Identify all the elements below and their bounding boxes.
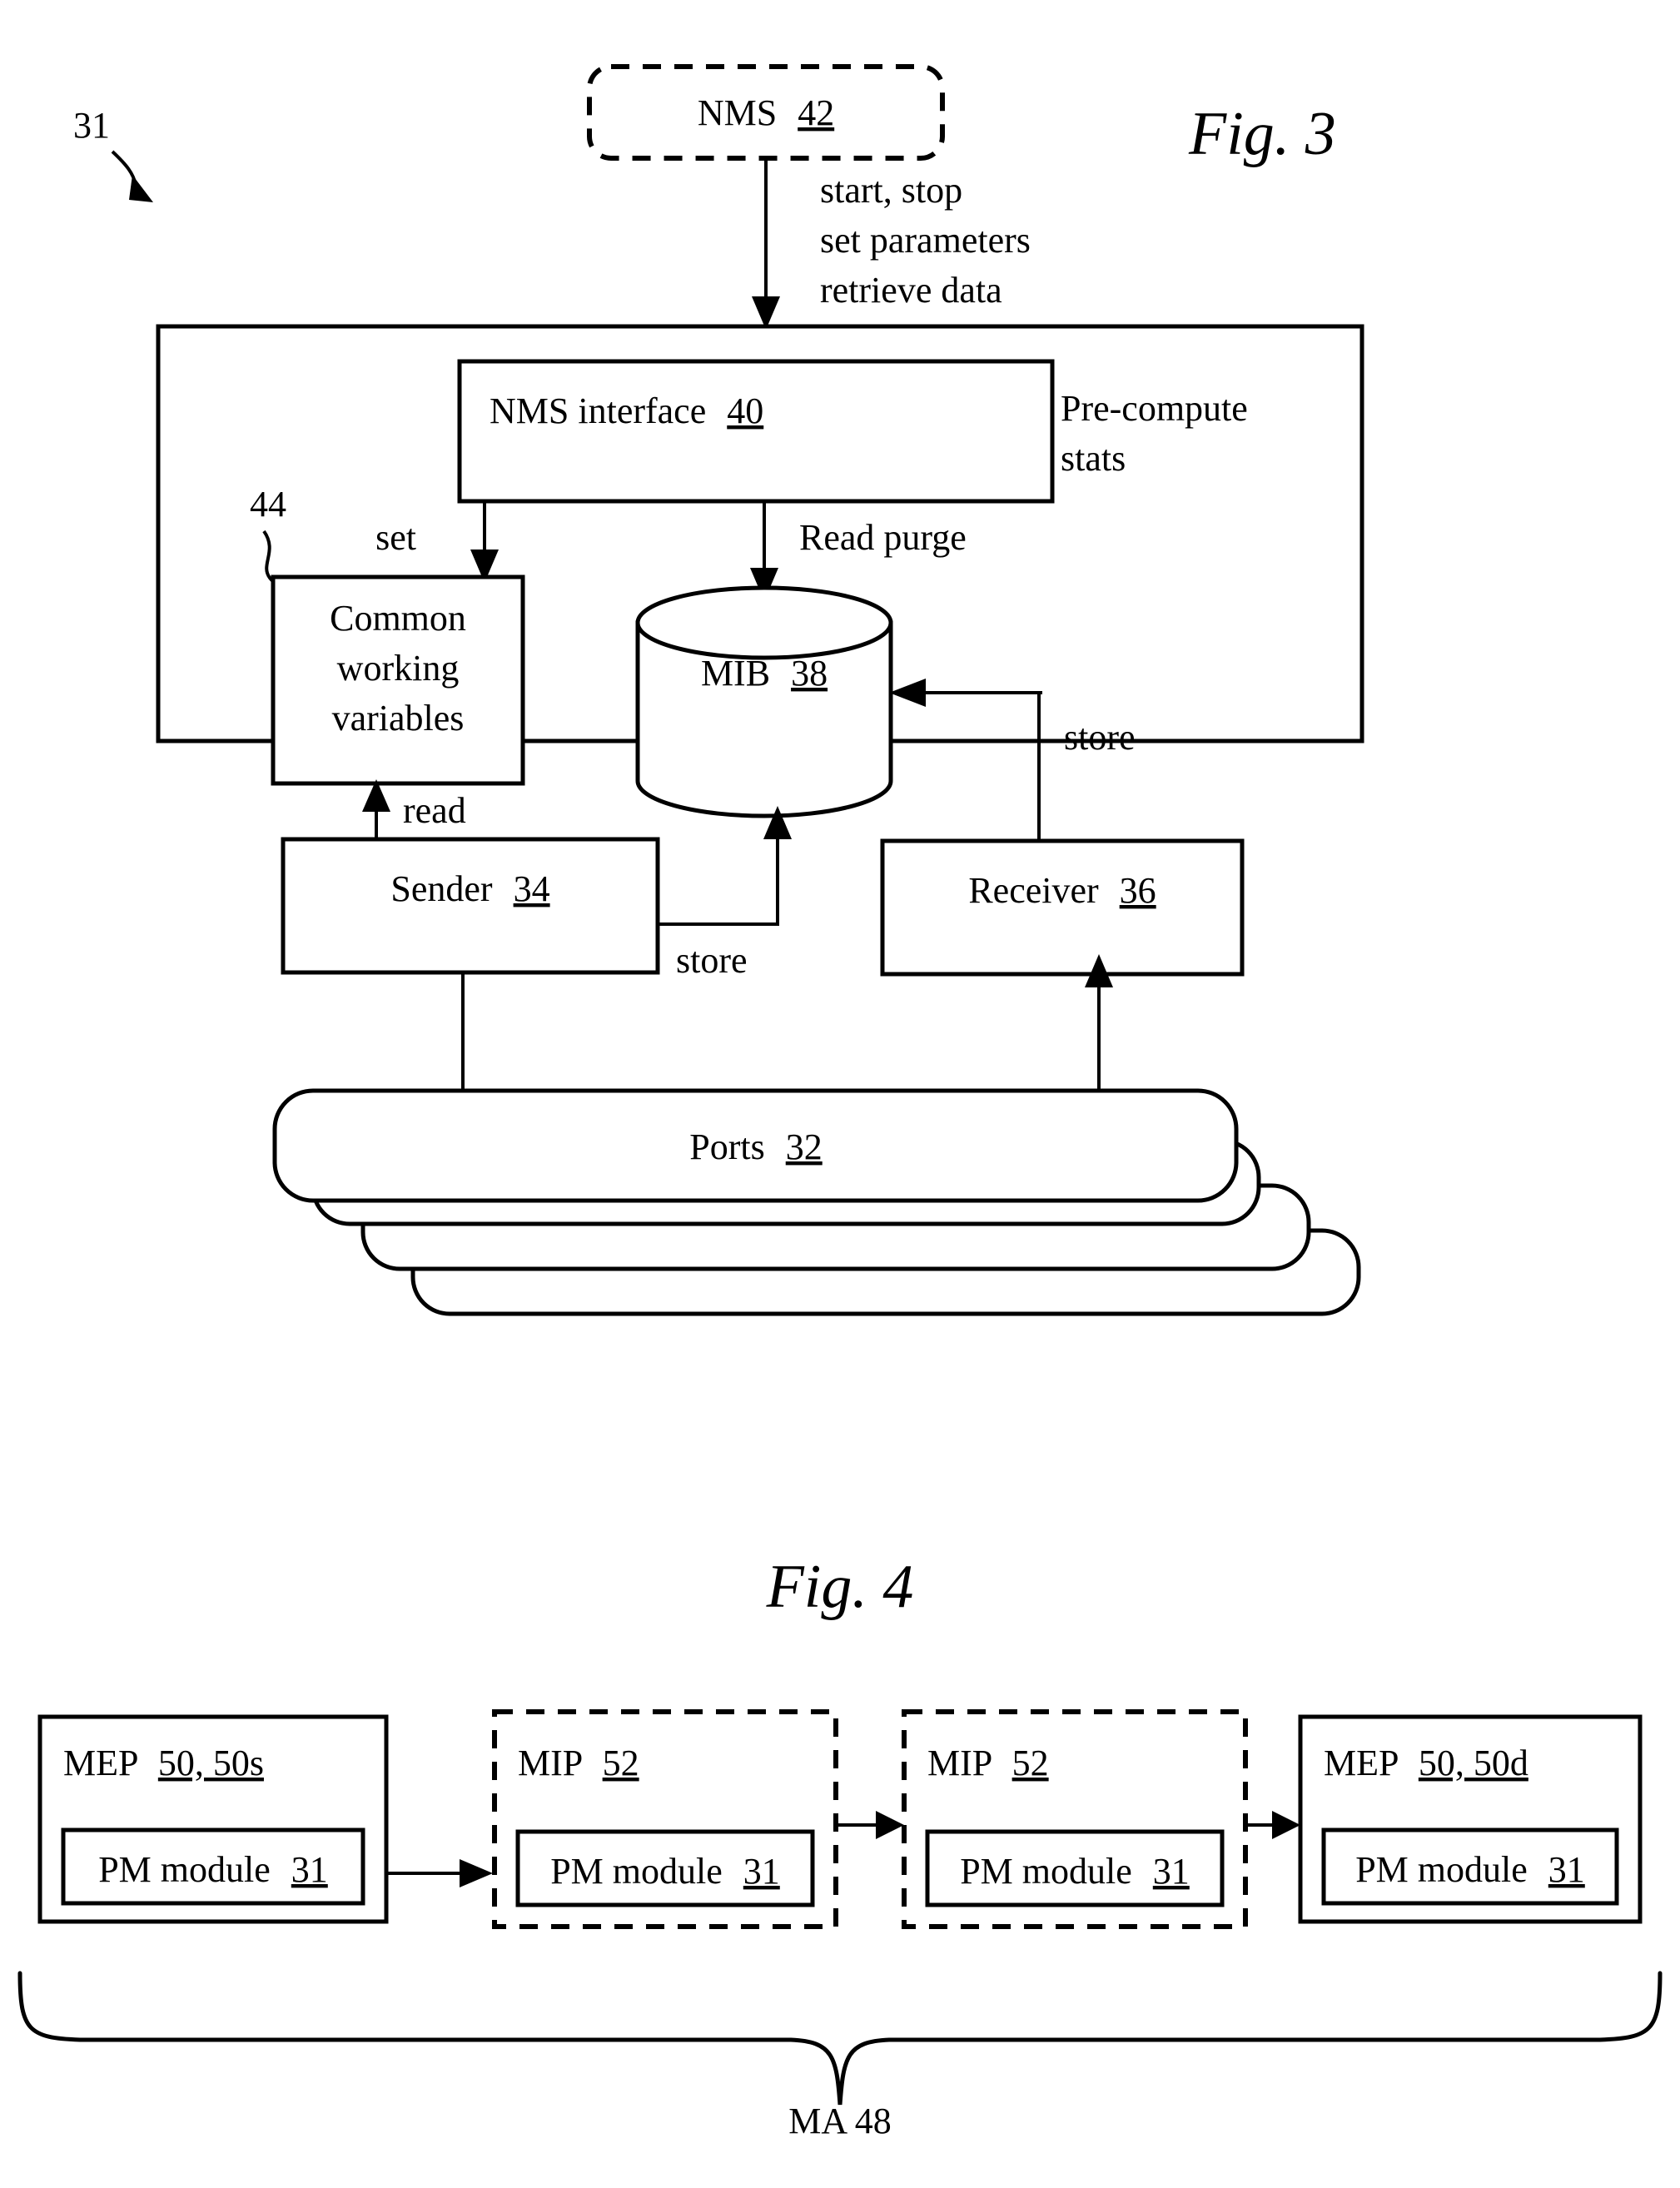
common-working-variables-line-1: Common <box>330 598 466 639</box>
nms-box-label: NMS 42 <box>698 92 834 133</box>
nms-command-label-3: retrieve data <box>820 270 1002 311</box>
fig4-block-4-inner-label: PM module 31 <box>1355 1849 1585 1890</box>
sender-store-path <box>658 833 779 926</box>
pre-compute-stats-label-1: Pre-compute <box>1061 388 1248 429</box>
mib-label: MIB 38 <box>701 653 828 694</box>
read-purge-edge-label: Read purge <box>799 517 967 558</box>
fig4-block-3-inner-label: PM module 31 <box>960 1851 1190 1892</box>
nms-command-label-2: set parameters <box>820 220 1031 261</box>
fig4-block-mep-source[interactable]: MEP 50, 50s PM module 31 <box>37 1714 389 1924</box>
drawing-canvas: Fig. 3 31 NMS 42 start, stop set paramet… <box>17 64 1663 2141</box>
common-working-variables-line-2: working <box>337 648 460 689</box>
pre-compute-stats-label-2: stats <box>1061 438 1126 479</box>
ma-brace <box>17 1971 1663 2106</box>
read-edge-label: read <box>403 790 466 831</box>
fig4-block-2-title: MIP 52 <box>518 1743 639 1783</box>
fig4-arrow-1-head <box>460 1859 493 1887</box>
fig4-block-2-inner-label: PM module 31 <box>550 1851 780 1892</box>
figure-4: Fig. 4 MEP 50, 50s PM module 31 MIP 52 P… <box>17 1553 1663 2141</box>
fig4-block-mip-1[interactable]: MIP 52 PM module 31 <box>492 1709 838 1929</box>
fig4-block-3-title: MIP 52 <box>927 1743 1049 1783</box>
fig4-block-mep-dest[interactable]: MEP 50, 50d PM module 31 <box>1298 1714 1643 1924</box>
nms-command-label-1: start, stop <box>820 170 962 211</box>
fig3-reference-numeral: 31 <box>73 105 110 146</box>
ma-brace-label: MA 48 <box>788 2101 891 2141</box>
nms-interface-box[interactable] <box>457 359 1055 504</box>
fig4-block-mip-2[interactable]: MIP 52 PM module 31 <box>902 1709 1248 1929</box>
common-working-variables-line-3: variables <box>332 698 465 738</box>
fig4-block-1-inner-label: PM module 31 <box>98 1849 328 1890</box>
fig4-arrow-3-head <box>1272 1811 1300 1839</box>
fig4-block-4-title: MEP 50, 50d <box>1324 1743 1528 1783</box>
store-receiver-edge-label: store <box>1064 717 1136 758</box>
ports-label: Ports 32 <box>689 1126 822 1167</box>
sender-label: Sender 34 <box>390 868 549 909</box>
fig4-arrow-2-head <box>876 1811 904 1839</box>
set-edge-label: set <box>375 517 416 558</box>
ref44-numeral: 44 <box>250 484 286 525</box>
figure-3: Fig. 3 31 NMS 42 start, stop set paramet… <box>73 64 1364 1316</box>
fig4-caption: Fig. 4 <box>766 1553 914 1621</box>
store-sender-edge-label: store <box>676 940 748 981</box>
ref31-leader-arrowhead <box>129 175 153 202</box>
patent-drawing-sheet: Fig. 3 31 NMS 42 start, stop set paramet… <box>0 0 1680 2188</box>
fig3-caption: Fig. 3 <box>1188 100 1336 168</box>
fig4-block-1-title: MEP 50, 50s <box>63 1743 264 1783</box>
receiver-label: Receiver 36 <box>968 870 1156 911</box>
mib-cylinder[interactable] <box>635 585 893 818</box>
